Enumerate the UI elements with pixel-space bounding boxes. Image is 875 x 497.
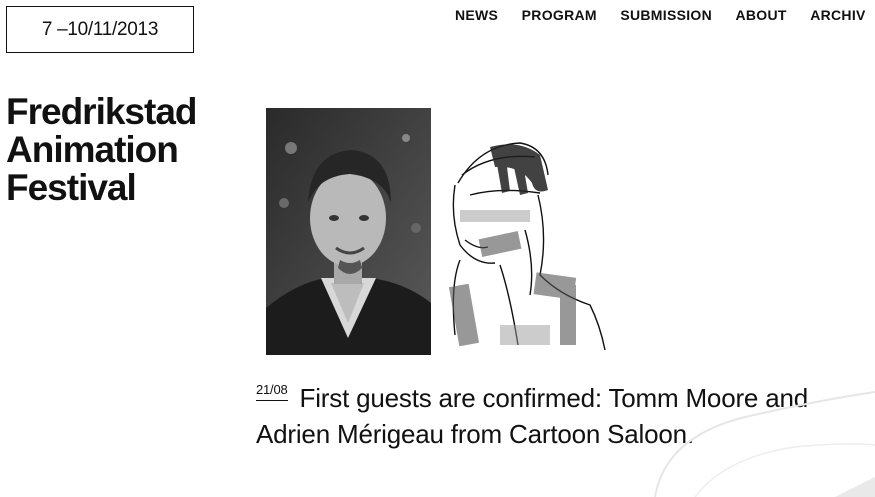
- festival-dates: 7 –10/11/2013: [6, 6, 194, 53]
- guest-sketch-drawing[interactable]: [440, 135, 610, 355]
- guest-portrait-photo[interactable]: [266, 108, 431, 355]
- decorative-curve-graphic: [654, 391, 875, 497]
- festival-title[interactable]: Fredrikstad Animation Festival: [6, 91, 198, 208]
- nav-about[interactable]: ABOUT: [735, 6, 786, 24]
- news-date: 21/08: [256, 382, 288, 401]
- nav-submission[interactable]: SUBMISSION: [620, 6, 712, 24]
- nav-program[interactable]: PROGRAM: [522, 6, 597, 24]
- nav-news[interactable]: NEWS: [455, 6, 498, 24]
- title-line-1: Fredrikstad: [6, 91, 198, 132]
- main-nav: NEWS PROGRAM SUBMISSION ABOUT ARCHIV: [455, 6, 875, 26]
- nav-archive[interactable]: ARCHIV: [810, 6, 865, 24]
- title-line-3: Festival: [6, 167, 137, 208]
- portrait-illustration: [266, 108, 431, 355]
- sketch-illustration: [448, 142, 606, 351]
- festival-dates-text: 7 –10/11/2013: [41, 18, 159, 40]
- title-line-2: Animation: [6, 129, 179, 170]
